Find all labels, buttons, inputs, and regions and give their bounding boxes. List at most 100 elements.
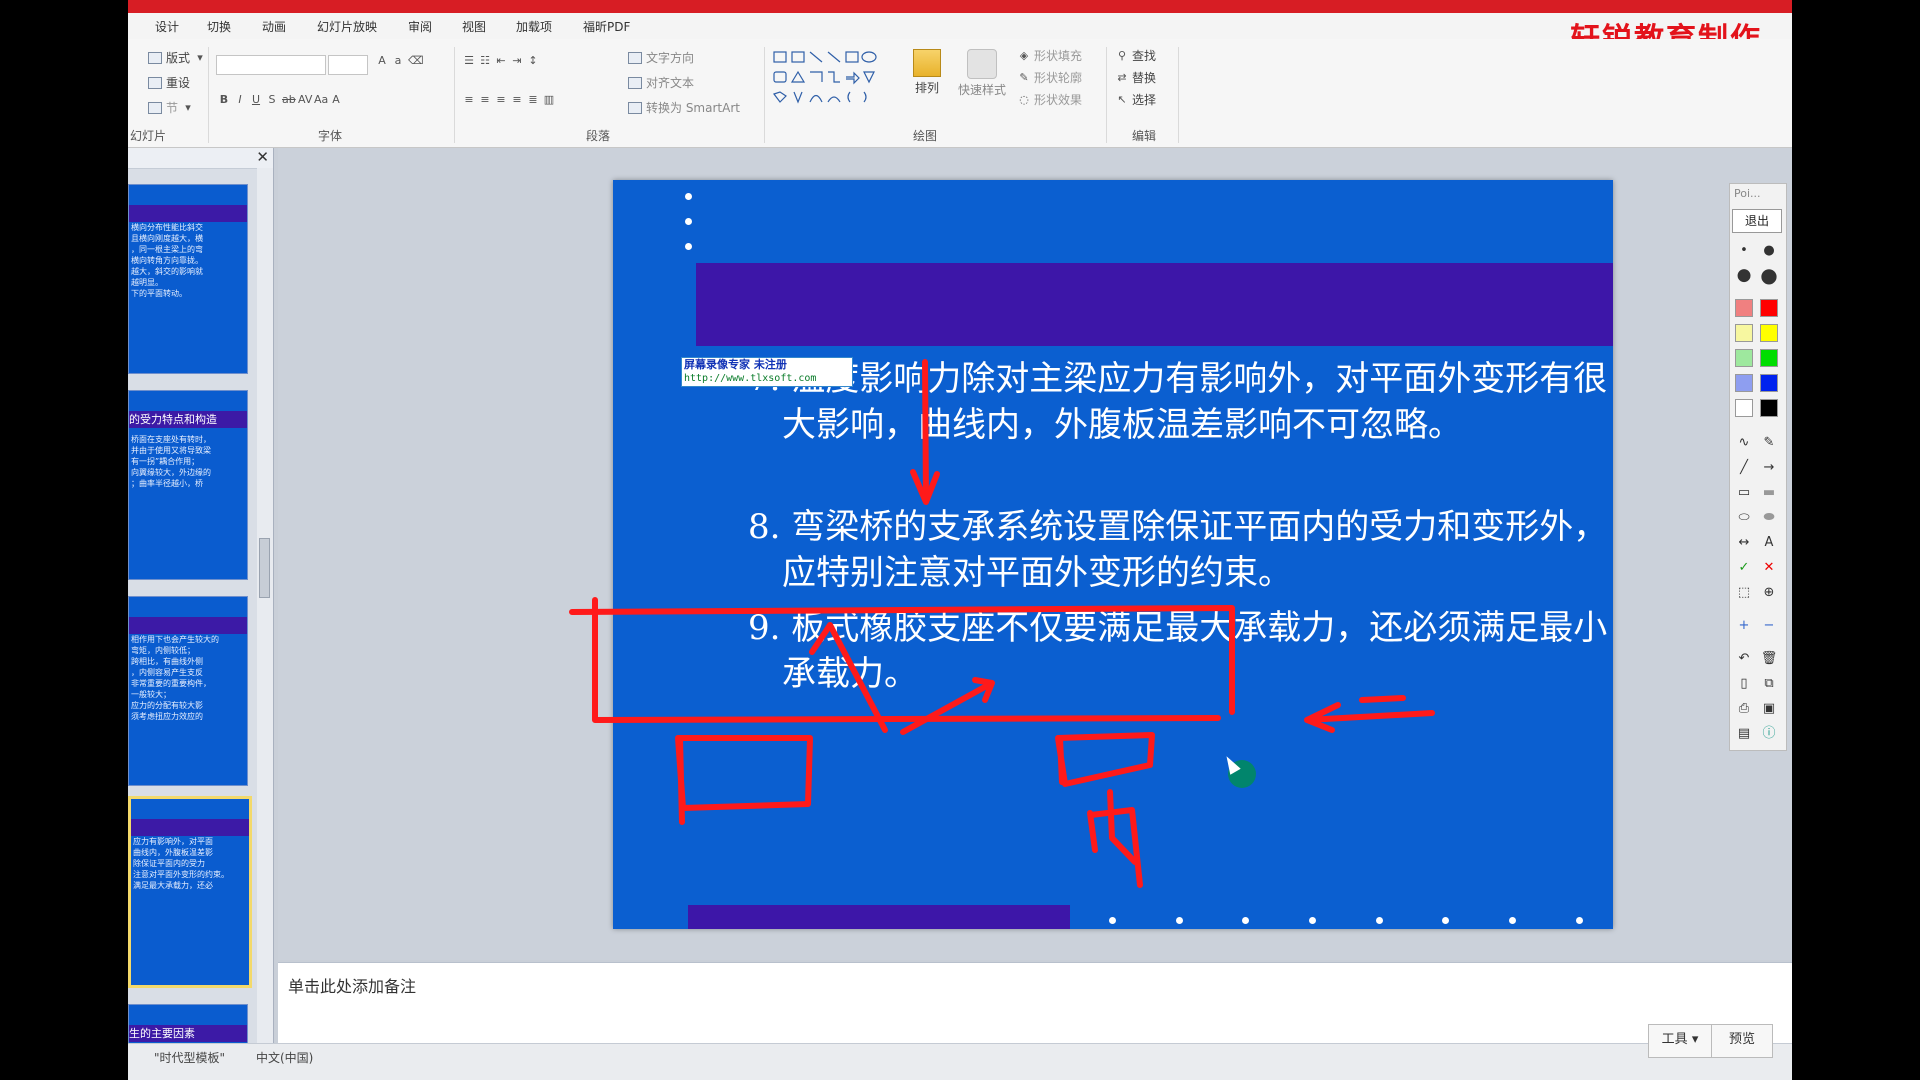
slide-thumbnail-2[interactable]: 的受力特点和构造 桥面在支座处有转时， 并由于使用又将导致梁 有一拐”耦合作用；… (128, 390, 248, 580)
white-swatch[interactable] (1735, 399, 1753, 417)
grow-font-icon[interactable]: A (376, 55, 388, 67)
tab-slideshow[interactable]: 幻灯片放映 (317, 18, 377, 35)
tools-button[interactable]: 工具 ▾ (1648, 1024, 1712, 1058)
undo-icon[interactable]: ↶ (1735, 650, 1753, 668)
black-swatch[interactable] (1760, 399, 1778, 417)
slide-thumbnail-1[interactable]: 横向分布性能比斜交 且横向刚度越大，横 ，同一根主梁上的弯 横向转角方向靠拢。 … (128, 184, 248, 374)
bullets-icon[interactable]: ☰ (463, 55, 475, 67)
save-icon[interactable]: ▣ (1760, 700, 1778, 718)
text-tool-icon[interactable]: A (1760, 534, 1778, 552)
tab-addins[interactable]: 加载项 (516, 18, 552, 35)
minus-icon[interactable]: − (1760, 617, 1778, 635)
tab-transitions[interactable]: 切换 (207, 18, 231, 35)
tab-foxit-pdf[interactable]: 福昕PDF (583, 18, 630, 35)
zoom-icon[interactable]: ⊕ (1760, 584, 1778, 602)
notes-pane[interactable]: 单击此处添加备注 (278, 962, 1792, 1043)
cross-icon[interactable]: ✕ (1760, 559, 1778, 577)
xlarge-dot-icon[interactable]: ● (1760, 265, 1778, 285)
layout-button[interactable]: 版式 ▾ (148, 49, 206, 66)
current-slide[interactable]: 7. 温度影响力除对主梁应力有影响外，对平面外变形有很大影响，曲线内，外腹板温差… (613, 180, 1613, 929)
shapes-gallery[interactable] (772, 49, 902, 115)
screen-icon[interactable]: ▤ (1735, 725, 1753, 743)
distributed-icon[interactable]: ≣ (527, 94, 539, 106)
light-red-swatch[interactable] (1735, 299, 1753, 317)
section-button[interactable]: 节 ▾ (148, 99, 194, 116)
align-right-icon[interactable]: ≡ (495, 94, 507, 106)
shape-effects-button[interactable]: ◌ 形状效果 (1018, 91, 1082, 108)
replace-button[interactable]: ⇄ 替换 (1116, 69, 1156, 86)
scrollbar-thumb[interactable] (259, 538, 270, 598)
yellow-swatch[interactable] (1760, 324, 1778, 342)
tab-review[interactable]: 审阅 (408, 18, 432, 35)
increase-indent-icon[interactable]: ⇥ (511, 55, 523, 67)
light-yellow-swatch[interactable] (1735, 324, 1753, 342)
font-color-icon[interactable]: A (330, 94, 342, 106)
double-arrow-icon[interactable]: ↔ (1735, 534, 1753, 552)
trash-icon[interactable]: 🗑 (1760, 650, 1778, 668)
clear-format-icon[interactable]: ⌫ (408, 55, 424, 67)
justify-icon[interactable]: ≡ (511, 94, 523, 106)
filled-rectangle-icon[interactable]: ▬ (1760, 484, 1778, 502)
char-spacing-icon[interactable]: AV (298, 94, 312, 106)
shape-fill-button[interactable]: ◈ 形状填充 (1018, 47, 1082, 64)
new-page-icon[interactable]: ▯ (1735, 675, 1753, 693)
text-direction-button[interactable]: 文字方向 (628, 49, 694, 66)
small-dot-icon[interactable]: • (1735, 242, 1753, 260)
decrease-indent-icon[interactable]: ⇤ (495, 55, 507, 67)
light-blue-swatch[interactable] (1735, 374, 1753, 392)
tab-view[interactable]: 视图 (462, 18, 486, 35)
blue-swatch[interactable] (1760, 374, 1778, 392)
shadow-icon[interactable]: S (266, 94, 278, 106)
underline-icon[interactable]: U (250, 94, 262, 106)
crop-icon[interactable]: ⬚ (1735, 584, 1753, 602)
green-swatch[interactable] (1760, 349, 1778, 367)
strikethrough-icon[interactable]: ab (282, 94, 296, 106)
arrange-button[interactable]: 排列 (913, 49, 941, 96)
large-dot-icon[interactable]: ● (1735, 266, 1753, 284)
slide-thumbnail-5[interactable]: 生的主要因素 (128, 1004, 248, 1046)
align-text-button[interactable]: 对齐文本 (628, 74, 694, 91)
slide-thumbnail-4-selected[interactable]: 应力有影响外，对平面 曲线内，外腹板温差影 除保证平面内的受力 注意对平面外变形… (128, 796, 252, 988)
preview-button[interactable]: 预览 (1711, 1024, 1773, 1058)
shrink-font-icon[interactable]: a (392, 55, 404, 67)
select-button[interactable]: ↖ 选择 (1116, 91, 1156, 108)
reset-button[interactable]: 重设 (148, 74, 190, 91)
rectangle-icon[interactable]: ▭ (1735, 484, 1753, 502)
thumbnails-scrollbar[interactable] (257, 168, 273, 1043)
ellipse-icon[interactable]: ⬭ (1735, 509, 1753, 527)
columns-icon[interactable]: ▥ (543, 94, 555, 106)
print-icon[interactable]: ⎙ (1735, 700, 1753, 718)
check-icon[interactable]: ✓ (1735, 559, 1753, 577)
medium-dot-icon[interactable]: ● (1760, 242, 1778, 260)
freehand-icon[interactable]: ∿ (1735, 434, 1753, 452)
font-size-combo[interactable] (328, 55, 368, 75)
copy-icon[interactable]: ⧉ (1760, 675, 1778, 693)
exit-button[interactable]: 退出 (1732, 209, 1782, 233)
numbering-icon[interactable]: ☷ (479, 55, 491, 67)
status-language[interactable]: 中文(中国) (256, 1049, 313, 1066)
arrow-icon[interactable]: → (1760, 459, 1778, 477)
plus-icon[interactable]: + (1735, 617, 1753, 635)
light-green-swatch[interactable] (1735, 349, 1753, 367)
close-icon[interactable]: ✕ (256, 148, 269, 166)
align-left-icon[interactable]: ≡ (463, 94, 475, 106)
filled-ellipse-icon[interactable]: ⬬ (1760, 509, 1778, 527)
red-swatch[interactable] (1760, 299, 1778, 317)
tab-design[interactable]: 设计 (155, 18, 179, 35)
slide-thumbnail-3[interactable]: 相作用下也会产生较大的 弯矩，内侧较低； 跨相比，有曲线外侧 ，内侧容易产生支反… (128, 596, 248, 786)
change-case-icon[interactable]: Aa (314, 94, 328, 106)
line-icon[interactable]: ╱ (1735, 459, 1753, 477)
smartart-button[interactable]: 转换为 SmartArt (628, 99, 740, 116)
quick-styles-button[interactable]: 快速样式 (958, 49, 1006, 98)
line-spacing-icon[interactable]: ↕ (527, 55, 539, 67)
tab-animations[interactable]: 动画 (262, 18, 286, 35)
info-icon[interactable]: ⓘ (1760, 725, 1778, 743)
font-name-combo[interactable] (216, 55, 326, 75)
find-button[interactable]: ⚲ 查找 (1116, 47, 1156, 64)
smartart-icon (628, 101, 642, 114)
align-center-icon[interactable]: ≡ (479, 94, 491, 106)
italic-icon[interactable]: I (234, 94, 246, 106)
pen-icon[interactable]: ✎ (1760, 434, 1778, 452)
bold-icon[interactable]: B (218, 94, 230, 106)
shape-outline-button[interactable]: ✎ 形状轮廓 (1018, 69, 1082, 86)
